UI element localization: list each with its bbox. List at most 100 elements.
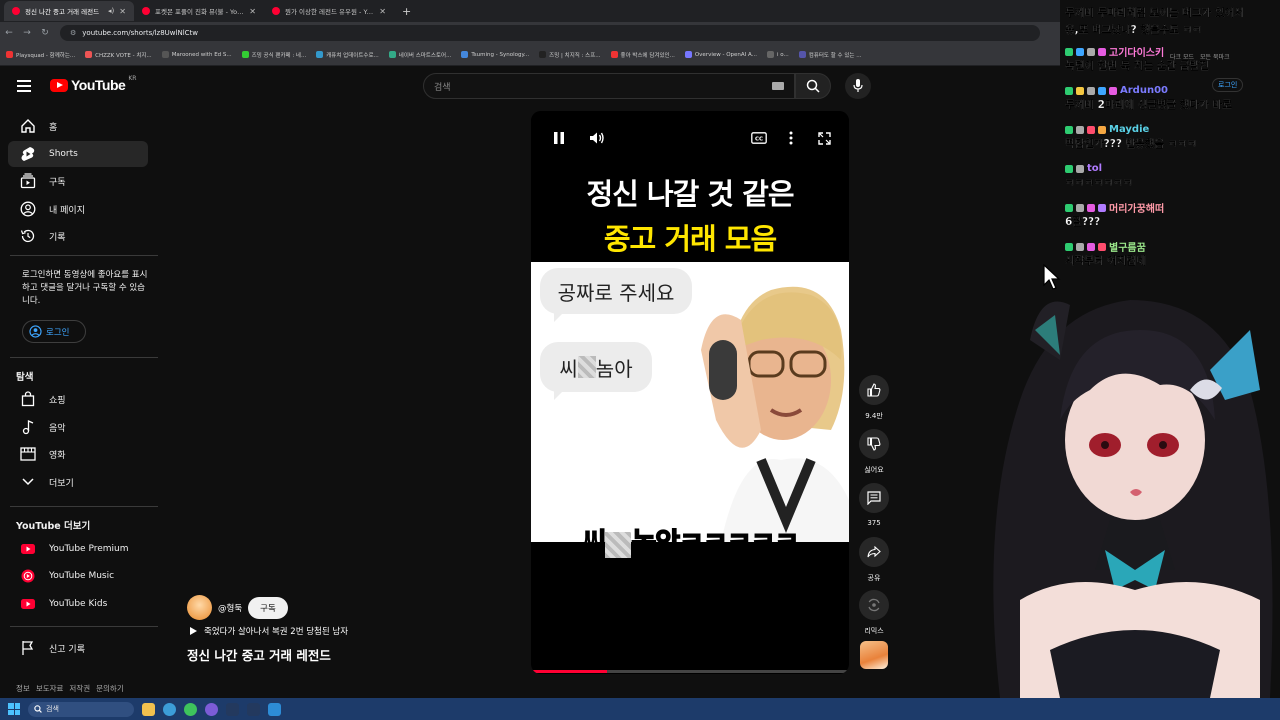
sidebar-item-shopping[interactable]: 쇼핑 bbox=[8, 386, 148, 412]
new-tab-button[interactable]: + bbox=[394, 5, 419, 18]
site-info-icon[interactable]: ⚙ bbox=[70, 29, 76, 37]
dislike-button[interactable]: 싫어요 bbox=[858, 429, 890, 475]
windows-start-icon[interactable] bbox=[8, 703, 20, 715]
tab-0[interactable]: 정신 나간 중고 거래 레전드 ◂) ✕ bbox=[4, 1, 134, 21]
bookmark[interactable]: 즈밍 | 치지직 : 스프... bbox=[539, 51, 601, 59]
fullscreen-button[interactable] bbox=[816, 130, 832, 146]
bookmark[interactable]: 캐퓨쳐 업데이트수로... bbox=[316, 51, 379, 59]
search-button[interactable] bbox=[795, 73, 831, 99]
remix-circle bbox=[859, 590, 889, 620]
sidebar-item-label: 홈 bbox=[49, 122, 58, 133]
sidebar-item-my-page[interactable]: 내 페이지 bbox=[8, 196, 148, 222]
bookmark[interactable]: Overview - OpenAI A... bbox=[684, 51, 757, 58]
tab-1[interactable]: 포켓몬 포풀이 진화 뮤(불 - YouTu ✕ bbox=[134, 1, 264, 21]
music-row[interactable]: 죽었다가 살아나서 복권 2번 당첨된 남자 bbox=[189, 625, 348, 637]
pause-button[interactable] bbox=[551, 130, 567, 146]
video-progress-bar[interactable] bbox=[531, 670, 849, 673]
sidebar-item-more[interactable]: 더보기 bbox=[8, 469, 148, 495]
sidebar-item-shorts[interactable]: Shorts bbox=[8, 141, 148, 167]
captions-button[interactable]: CC bbox=[750, 130, 768, 146]
volume-button[interactable] bbox=[588, 129, 606, 147]
music-title: 죽었다가 살아나서 복권 2번 당첨된 남자 bbox=[204, 627, 349, 637]
discord-icon[interactable] bbox=[205, 702, 218, 716]
close-tab-icon[interactable]: ✕ bbox=[119, 7, 126, 16]
bookmark[interactable]: Playsquad - 함께하는... bbox=[6, 51, 75, 59]
keyboard-icon[interactable] bbox=[772, 82, 784, 90]
thumbs-up-icon bbox=[867, 383, 881, 397]
tab-title: 정신 나간 중고 거래 레전드 bbox=[25, 8, 100, 16]
footer-link[interactable]: 보도자료 bbox=[36, 683, 64, 694]
sidebar-item-report-history[interactable]: 신고 기록 bbox=[8, 635, 148, 661]
chat-nickname: tol bbox=[1087, 163, 1103, 174]
bookmark-icon bbox=[461, 51, 469, 58]
subscribe-button[interactable]: 구독 bbox=[248, 596, 288, 619]
tab-2[interactable]: 뭔가 이상한 레전드 유우원 - You ✕ bbox=[264, 1, 394, 21]
bookmark[interactable]: 컴퓨터도 할 수 있는 ... bbox=[798, 51, 861, 59]
forward-icon[interactable]: → bbox=[18, 28, 36, 38]
sidebar-item-youtube-premium[interactable]: YouTube Premium bbox=[8, 536, 148, 562]
close-tab-icon[interactable]: ✕ bbox=[249, 7, 256, 16]
share-button[interactable]: 공유 bbox=[858, 537, 890, 583]
bookmark[interactable]: 좋아 박스에 담겨있인... bbox=[610, 51, 675, 59]
volume-icon bbox=[590, 132, 604, 144]
bookmark-label: Marooned with Ed S... bbox=[171, 51, 232, 58]
reload-icon[interactable]: ↻ bbox=[36, 28, 54, 38]
bookmark-icon bbox=[539, 51, 547, 58]
chat-text: 6짤??? bbox=[1065, 216, 1101, 228]
close-tab-icon[interactable]: ✕ bbox=[379, 7, 386, 16]
bookmark[interactable]: Tsuming - Synology... bbox=[461, 51, 529, 58]
sidebar-item-home[interactable]: 홈 bbox=[8, 113, 148, 139]
back-icon[interactable]: ← bbox=[0, 28, 18, 38]
chrome-icon[interactable] bbox=[163, 702, 176, 716]
chat-message: 별구름꿈 시작부터 어지럽네 bbox=[1065, 240, 1277, 268]
sidebar-item-music[interactable]: 음악 bbox=[8, 414, 148, 440]
sidebar-item-label: YouTube Music bbox=[49, 571, 115, 581]
shorts-player[interactable]: CC 정신 나갈 것 같은 중고 거래 모음 공짜로 주세요 씨 놈아 씨 놈앜ㅋㅋ… bbox=[531, 111, 849, 674]
footer-link[interactable]: 정보 bbox=[16, 683, 30, 694]
shorts-icon bbox=[8, 146, 48, 162]
sidebar-item-youtube-music[interactable]: YouTube Music bbox=[8, 563, 148, 589]
app-icon[interactable] bbox=[226, 702, 239, 716]
badge-icon bbox=[1076, 164, 1084, 173]
more-options-button[interactable] bbox=[783, 130, 799, 146]
badge-icon bbox=[1098, 203, 1106, 212]
remix-button[interactable]: 리믹스 bbox=[858, 590, 890, 636]
chrome-profile-icon[interactable] bbox=[184, 702, 197, 716]
channel-handle[interactable]: @형둑 bbox=[218, 602, 242, 614]
sidebar-item-label: 신고 기록 bbox=[49, 644, 85, 655]
bookmark[interactable]: 네이버 스마트스토어... bbox=[388, 51, 451, 59]
taskbar-search[interactable]: 검색 bbox=[28, 701, 134, 717]
sidebar-item-youtube-kids[interactable]: YouTube Kids bbox=[8, 591, 148, 617]
sidebar-item-movies[interactable]: 영화 bbox=[8, 441, 148, 467]
search-icon bbox=[806, 79, 820, 93]
voice-search-button[interactable] bbox=[845, 73, 871, 99]
footer-link[interactable]: 문의하기 bbox=[96, 683, 124, 694]
channel-avatar[interactable] bbox=[187, 595, 212, 620]
menu-icon[interactable] bbox=[17, 80, 31, 92]
bookmark-icon bbox=[85, 51, 93, 58]
search-input[interactable]: 검색 bbox=[423, 73, 795, 99]
file-explorer-icon[interactable] bbox=[142, 702, 155, 716]
login-button[interactable]: 로그인 bbox=[22, 320, 86, 343]
sidebar-item-history[interactable]: 기록 bbox=[8, 223, 148, 249]
share-label: 공유 bbox=[867, 574, 881, 582]
bookmark[interactable]: 즈밍 공식 팬카페 : 네... bbox=[241, 51, 306, 59]
sidebar-item-subscriptions[interactable]: 구독 bbox=[8, 168, 148, 194]
bookmark[interactable]: CHZZK VOTE - 치지... bbox=[85, 51, 152, 59]
youtube-logo[interactable]: YouTube KR bbox=[50, 75, 136, 93]
chat-text: 먹담인가??? 반응했음 ㅋㅋㅋ bbox=[1065, 138, 1197, 150]
sound-thumbnail[interactable] bbox=[860, 641, 888, 669]
comments-button[interactable]: 375 bbox=[858, 483, 890, 527]
chat-nickname: 별구름꿈 bbox=[1109, 243, 1146, 254]
bookmark-icon bbox=[684, 51, 692, 58]
flag-icon bbox=[8, 640, 48, 656]
bookmark[interactable]: i o... bbox=[766, 51, 789, 58]
speaker-icon[interactable]: ◂) bbox=[108, 7, 114, 15]
like-button[interactable]: 9.4만 bbox=[858, 375, 890, 421]
bookmark[interactable]: Marooned with Ed S... bbox=[161, 51, 232, 58]
footer-link[interactable]: 저작권 bbox=[69, 683, 90, 694]
app-icon[interactable] bbox=[268, 702, 281, 716]
app-icon[interactable] bbox=[247, 702, 260, 716]
url-field[interactable]: ⚙ youtube.com/shorts/lz8UwlNlCtw bbox=[60, 25, 1040, 41]
sidebar-item-label: 내 페이지 bbox=[49, 205, 85, 216]
